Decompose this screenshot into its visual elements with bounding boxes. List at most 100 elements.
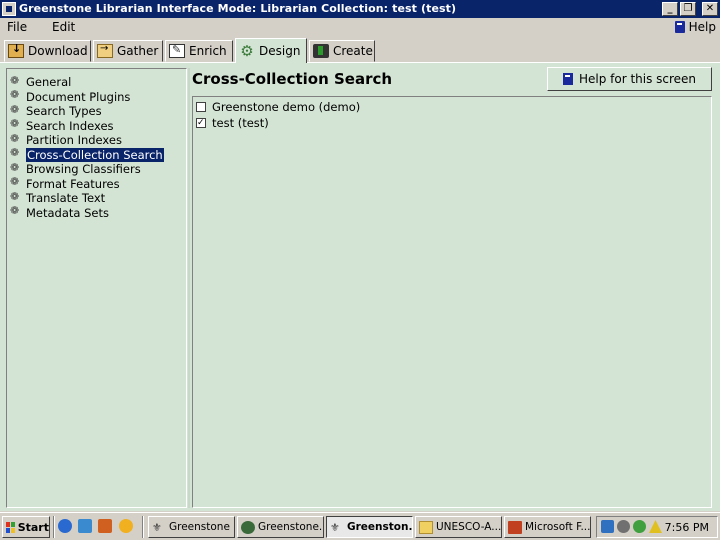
- help-book-icon: [562, 73, 573, 85]
- system-tray: 7:56 PM: [596, 516, 718, 538]
- task-label: Greenston...: [347, 521, 413, 533]
- sidebar-item-label: Format Features: [26, 176, 120, 191]
- sidebar-item-search-indexes[interactable]: Search Indexes: [10, 117, 114, 133]
- powerpoint-icon: [508, 520, 522, 534]
- start-button[interactable]: Start: [2, 516, 50, 538]
- sidebar-item-label: Search Indexes: [26, 118, 114, 133]
- gear-icon: ⚙: [240, 42, 254, 60]
- gather-icon: [97, 43, 113, 58]
- task-button-active[interactable]: ⚜ Greenston...: [326, 516, 413, 538]
- title-bar: Greenstone Librarian Interface Mode: Lib…: [0, 0, 720, 18]
- task-label: Greenstone...: [258, 521, 324, 533]
- sidebar-item-label: Translate Text: [26, 191, 106, 205]
- sidebar-item-format-features[interactable]: Format Features: [10, 175, 120, 191]
- tab-create-label: Create: [333, 44, 373, 58]
- window-title: Greenstone Librarian Interface Mode: Lib…: [19, 2, 457, 15]
- task-button[interactable]: Greenstone...: [237, 516, 324, 538]
- split-pane-divider[interactable]: [188, 68, 190, 508]
- task-button[interactable]: ⚜ Greenstone ...: [148, 516, 235, 538]
- sidebar-item-general[interactable]: General: [10, 74, 72, 90]
- bullet-icon: [10, 74, 20, 87]
- network-icon[interactable]: [601, 520, 614, 533]
- bullet-icon: [10, 204, 20, 217]
- collection-label: Greenstone demo (demo): [212, 100, 361, 114]
- task-button[interactable]: UNESCO-A...: [415, 516, 502, 538]
- sidebar-item-label: Cross-Collection Search: [25, 146, 165, 163]
- clock[interactable]: 7:56 PM: [665, 521, 709, 534]
- traffic-light-icon: [313, 44, 329, 58]
- sidebar-item-label: Document Plugins: [26, 89, 131, 104]
- download-icon: [8, 42, 24, 58]
- sidebar-item-label: Partition Indexes: [26, 133, 122, 147]
- chrome-icon[interactable]: [119, 519, 133, 533]
- minimize-button[interactable]: _: [662, 2, 678, 16]
- checkbox-unchecked[interactable]: [196, 102, 206, 112]
- warning-icon[interactable]: [649, 520, 662, 533]
- tab-design-label: Design: [259, 44, 301, 58]
- tab-create[interactable]: Create: [309, 40, 375, 62]
- design-sections-list[interactable]: General Document Plugins Search Types Se…: [6, 68, 187, 508]
- menu-edit[interactable]: Edit: [52, 20, 75, 34]
- bullet-icon: [10, 146, 20, 159]
- bullet-icon: [10, 88, 20, 101]
- collection-checkbox-row[interactable]: test (test): [196, 116, 269, 130]
- bullet-icon: [10, 117, 20, 130]
- bullet-icon: [10, 190, 20, 203]
- sidebar-item-cross-collection-search[interactable]: Cross-Collection Search: [10, 146, 165, 163]
- tab-enrich[interactable]: Enrich: [165, 40, 233, 62]
- collection-label: test (test): [212, 116, 269, 130]
- enrich-icon: [169, 43, 185, 58]
- sidebar-item-label: General: [26, 75, 72, 89]
- speaker-icon[interactable]: [617, 520, 630, 533]
- sidebar-item-search-types[interactable]: Search Types: [10, 103, 102, 119]
- sidebar-item-partition-indexes[interactable]: Partition Indexes: [10, 132, 122, 148]
- bullet-icon: [10, 161, 20, 174]
- app-icon[interactable]: [2, 2, 16, 16]
- close-button[interactable]: ✕: [702, 2, 718, 16]
- taskbar-separator: [142, 516, 144, 538]
- bullet-icon: [10, 132, 20, 145]
- tab-gather-label: Gather: [117, 44, 159, 58]
- taskbar-separator: [53, 516, 55, 538]
- outlook-icon[interactable]: [78, 519, 92, 533]
- greenstone-icon: ⚜: [330, 520, 340, 534]
- greenstone-icon: ⚜: [152, 520, 162, 534]
- collection-checkbox-row[interactable]: Greenstone demo (demo): [196, 100, 360, 114]
- sidebar-item-label: Browsing Classifiers: [26, 162, 141, 176]
- task-label: Microsoft F...: [525, 521, 591, 533]
- windows-flag-icon: [6, 521, 15, 533]
- ie-icon[interactable]: [58, 519, 72, 533]
- help-button-label: Help for this screen: [578, 72, 697, 86]
- help-for-this-screen-button[interactable]: Help for this screen: [547, 67, 712, 91]
- bullet-icon: [10, 175, 20, 188]
- browser-icon: [241, 520, 255, 534]
- tab-design[interactable]: ⚙ Design: [235, 38, 307, 63]
- tab-gather[interactable]: Gather: [93, 40, 163, 62]
- sidebar-item-document-plugins[interactable]: Document Plugins: [10, 88, 131, 104]
- design-pane: General Document Plugins Search Types Se…: [0, 63, 720, 511]
- window-controls: _ ❐ ✕: [662, 2, 718, 16]
- task-button[interactable]: Microsoft F...: [504, 516, 591, 538]
- tab-enrich-label: Enrich: [189, 44, 227, 58]
- task-label: Greenstone ...: [169, 521, 234, 533]
- page-title: Cross-Collection Search: [192, 70, 393, 88]
- sidebar-item-label: Search Types: [26, 104, 102, 118]
- collection-checklist: Greenstone demo (demo) test (test): [192, 96, 712, 508]
- menu-bar: File Edit Help: [0, 18, 720, 38]
- checkbox-checked[interactable]: [196, 118, 206, 128]
- sidebar-item-translate-text[interactable]: Translate Text: [10, 190, 106, 206]
- menu-file[interactable]: File: [7, 20, 27, 34]
- bullet-icon: [10, 103, 20, 116]
- antivirus-icon[interactable]: [633, 520, 646, 533]
- help-book-icon: [674, 21, 685, 33]
- task-label: UNESCO-A...: [436, 521, 502, 533]
- menu-help[interactable]: Help: [674, 20, 716, 34]
- sidebar-item-metadata-sets[interactable]: Metadata Sets: [10, 204, 109, 220]
- restore-button[interactable]: ❐: [680, 2, 696, 16]
- sidebar-item-browsing-classifiers[interactable]: Browsing Classifiers: [10, 161, 141, 177]
- tab-download[interactable]: Download: [4, 40, 91, 62]
- taskbar: Start ⚜ Greenstone ... Greenstone... ⚜ G…: [0, 512, 720, 540]
- tab-download-label: Download: [28, 44, 88, 58]
- media-icon[interactable]: [98, 519, 112, 533]
- sidebar-item-label: Metadata Sets: [26, 205, 109, 220]
